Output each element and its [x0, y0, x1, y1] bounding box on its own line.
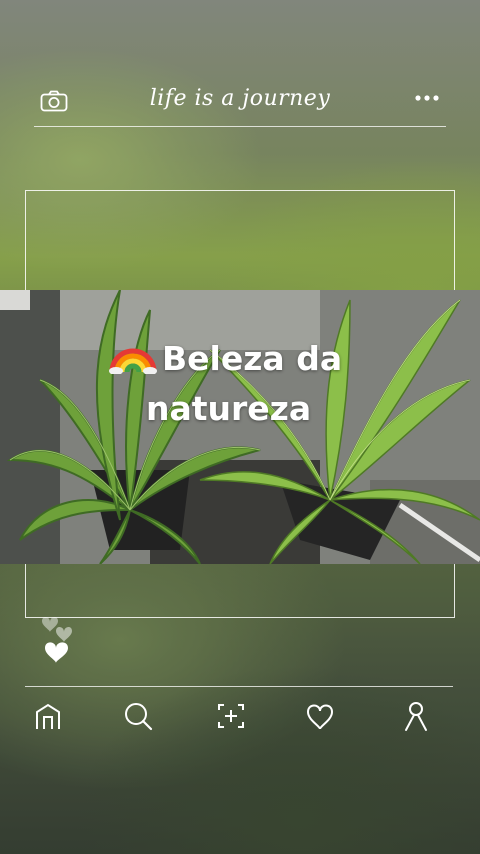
- post-caption: Beleza da natureza: [108, 334, 408, 434]
- caption-line-1: Beleza da: [162, 339, 343, 378]
- heart-icon[interactable]: [303, 699, 337, 733]
- profile-icon[interactable]: [399, 699, 433, 733]
- top-bar: life is a journey: [34, 80, 446, 127]
- page-title: life is a journey: [149, 86, 331, 111]
- rainbow-emoji: [109, 348, 157, 374]
- hearts-icon[interactable]: [38, 610, 82, 670]
- home-icon[interactable]: [31, 699, 65, 733]
- bottom-nav: [25, 686, 453, 747]
- caption-line-2: natureza: [146, 389, 312, 428]
- search-icon[interactable]: [121, 699, 155, 733]
- more-dots-icon[interactable]: [414, 94, 440, 102]
- add-photo-icon[interactable]: [214, 699, 248, 733]
